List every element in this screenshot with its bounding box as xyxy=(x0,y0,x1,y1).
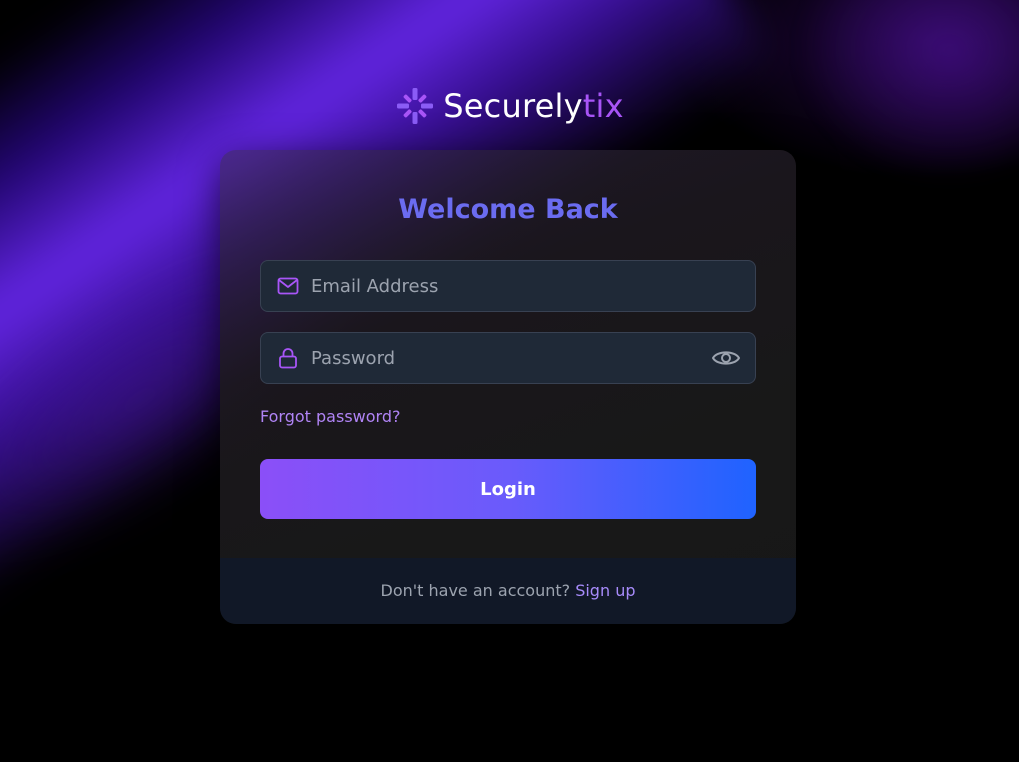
login-page: Securelytix Welcome Back Email Address F… xyxy=(0,0,1019,762)
password-input[interactable] xyxy=(311,333,701,383)
page-title: Welcome Back xyxy=(398,194,618,225)
signup-footer: Don't have an account? Sign up xyxy=(220,558,796,624)
password-field[interactable] xyxy=(260,332,756,384)
sparkle-burst-icon xyxy=(397,88,434,124)
mail-icon xyxy=(277,277,299,295)
brand-logo: Securelytix xyxy=(0,86,1019,126)
brand-name: Securely xyxy=(443,87,583,125)
eye-icon[interactable] xyxy=(711,344,741,372)
brand-name-accent: tix xyxy=(582,87,624,125)
login-form: Welcome Back Forgot passw xyxy=(220,150,796,558)
forgot-password-link[interactable]: Forgot password? xyxy=(260,407,400,426)
signup-prompt: Don't have an account? xyxy=(380,581,576,600)
signup-link[interactable]: Sign up xyxy=(575,581,635,600)
login-button[interactable]: Login xyxy=(260,459,756,519)
email-field[interactable] xyxy=(260,260,756,312)
login-card: Welcome Back Forgot passw xyxy=(220,150,796,624)
lock-icon xyxy=(279,348,297,369)
email-input[interactable] xyxy=(311,261,701,311)
